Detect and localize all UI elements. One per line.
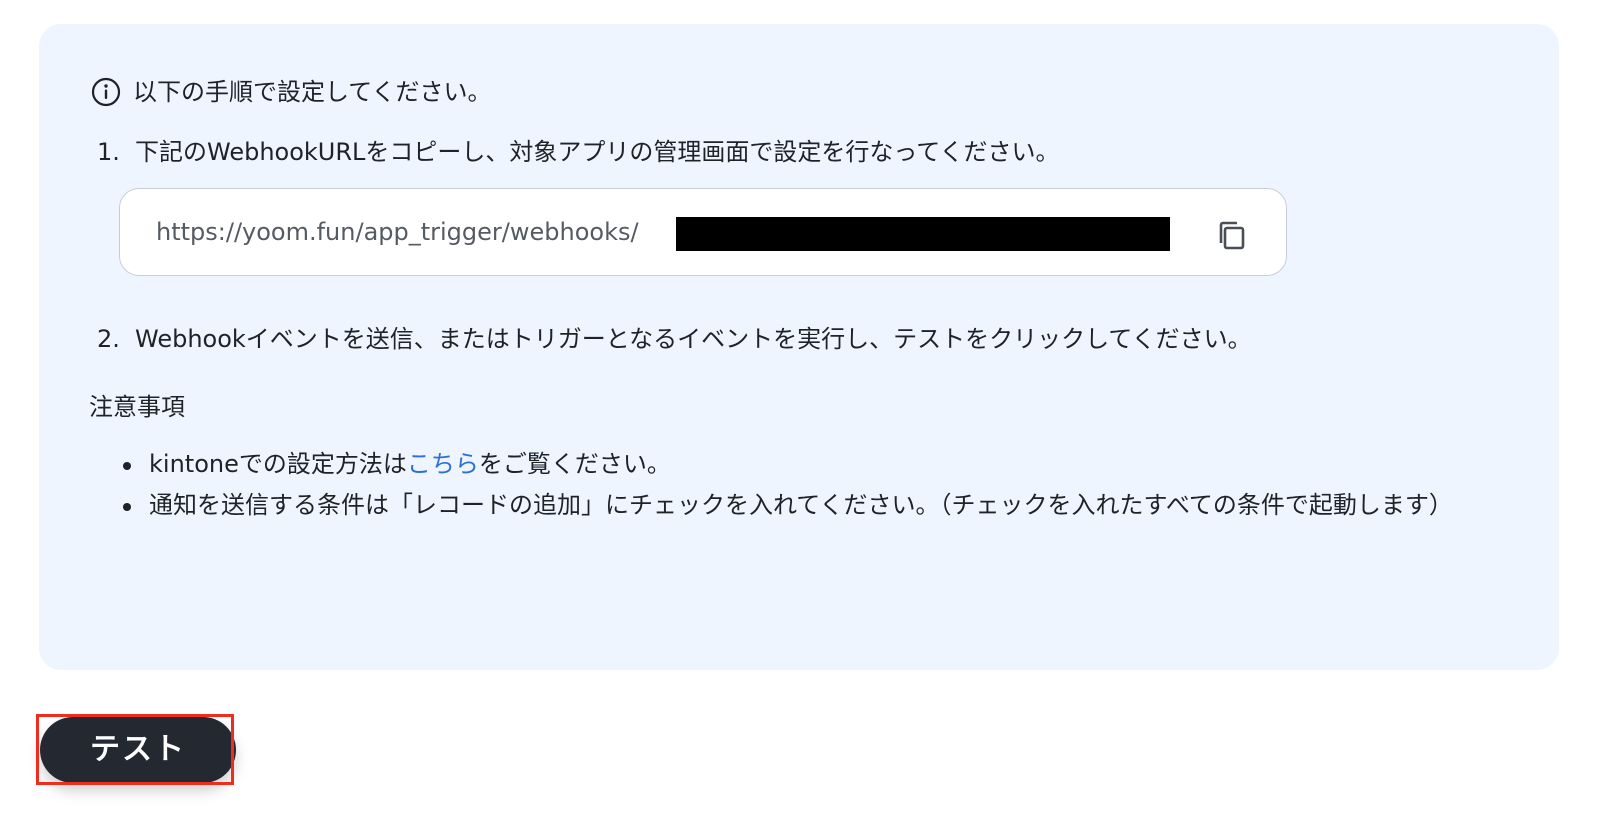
note-1-text-before: kintoneでの設定方法は xyxy=(149,450,407,478)
instructions-header: 以下の手順で設定してください。 xyxy=(91,77,492,107)
kintone-guide-link[interactable]: こちら xyxy=(407,450,479,478)
info-icon xyxy=(91,77,121,107)
redacted-token xyxy=(676,217,1170,251)
step-1: 1. 下記のWebhookURLをコピーし、対象アプリの管理画面で設定を行なってく… xyxy=(97,137,1060,167)
note-1-text-after: をご覧ください。 xyxy=(478,450,671,478)
step-1-number: 1. xyxy=(97,138,120,166)
webhook-url-text[interactable]: https://yoom.fun/app_trigger/webhooks/ xyxy=(156,217,639,247)
notes-title: 注意事項 xyxy=(89,393,185,421)
note-item-kintone: kintoneでの設定方法はこちらをご覧ください。 xyxy=(123,444,1503,485)
step-2-text: Webhookイベントを送信、またはトリガーとなるイベントを実行し、テストをクリ… xyxy=(135,325,1252,353)
step-2: 2. Webhookイベントを送信、またはトリガーとなるイベントを実行し、テストを… xyxy=(97,324,1252,354)
notes-list: kintoneでの設定方法はこちらをご覧ください。 通知を送信する条件は「レコー… xyxy=(123,444,1503,526)
instructions-header-text: 以下の手順で設定してください。 xyxy=(133,78,492,106)
copy-icon[interactable] xyxy=(1214,217,1250,253)
step-2-number: 2. xyxy=(97,325,120,353)
step-1-text: 下記のWebhookURLをコピーし、対象アプリの管理画面で設定を行なってくださ… xyxy=(135,138,1060,166)
note-item-condition: 通知を送信する条件は「レコードの追加」にチェックを入れてください。（チェックを入… xyxy=(123,485,1503,526)
webhook-instructions-panel: 以下の手順で設定してください。 1. 下記のWebhookURLをコピーし、対象ア… xyxy=(39,24,1559,670)
test-button[interactable]: テスト xyxy=(40,717,236,783)
webhook-url-field[interactable]: https://yoom.fun/app_trigger/webhooks/ xyxy=(119,188,1287,276)
